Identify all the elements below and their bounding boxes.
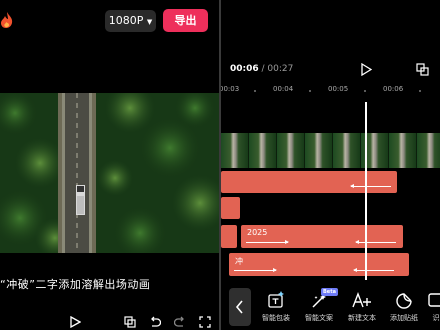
- video-thumbnail: [389, 133, 417, 168]
- tool-label: 智能文案: [305, 314, 333, 322]
- video-preview[interactable]: [0, 93, 219, 253]
- preview-panel: 1080P ▼ 导出 “冲破”二字添加溶解出场动画: [0, 0, 219, 330]
- video-thumbnail: [221, 133, 249, 168]
- undo-icon[interactable]: [149, 316, 161, 328]
- ruler-tick-label: 00:04: [273, 85, 294, 93]
- keyframe-icon[interactable]: [124, 316, 136, 328]
- animation-arrow: [246, 240, 289, 244]
- new-text-icon: [352, 292, 371, 308]
- back-button[interactable]: [229, 288, 251, 326]
- keyframe-icon[interactable]: [416, 63, 429, 76]
- fullscreen-icon[interactable]: [199, 316, 211, 328]
- caret-down-icon: ▼: [146, 18, 153, 26]
- effect-clip-short[interactable]: [221, 197, 240, 219]
- new-text-tool[interactable]: 新建文本: [342, 290, 382, 323]
- video-thumbnail: [417, 133, 440, 168]
- video-frame-image: [0, 93, 219, 253]
- video-track[interactable]: [221, 133, 440, 168]
- video-thumbnail: [333, 133, 361, 168]
- bottom-toolbar: 智能包装 Beta 智能文案 新建文本 添加贴纸 识: [221, 282, 440, 330]
- export-button[interactable]: 导出: [163, 9, 208, 32]
- animation-arrow: [234, 268, 277, 272]
- play-icon[interactable]: [360, 63, 372, 76]
- smart-package-tool[interactable]: 智能包装: [256, 290, 296, 323]
- animation-arrow: [355, 240, 396, 244]
- current-time: 00:06: [230, 64, 259, 74]
- timeline-ruler[interactable]: 00:03 00:04 00:05 00:06: [221, 85, 440, 97]
- resolution-dropdown[interactable]: 1080P ▼: [105, 10, 156, 32]
- timeline-panel: 00:06 / 00:27 00:03 00:04 00:05 00:06 20…: [221, 0, 440, 330]
- ruler-tick-label: 00:06: [383, 85, 404, 93]
- recognize-icon: [428, 293, 440, 307]
- redo-icon[interactable]: [174, 316, 186, 328]
- effect-clip-small[interactable]: [221, 225, 237, 248]
- timecode: 00:06 / 00:27: [230, 64, 293, 74]
- video-thumbnail: [277, 133, 305, 168]
- flame-icon: [1, 12, 13, 28]
- add-sticker-tool[interactable]: 添加贴纸: [384, 290, 424, 323]
- effect-clip[interactable]: [221, 171, 397, 193]
- smart-package-icon: [268, 291, 284, 308]
- sticker-clip-label: 冲: [235, 257, 243, 266]
- tool-label: 新建文本: [348, 314, 376, 322]
- text-clip-label: 2025: [247, 228, 268, 237]
- animation-arrow: [353, 268, 394, 272]
- caption-text: “冲破”二字添加溶解出场动画: [0, 278, 151, 291]
- playhead[interactable]: [365, 102, 367, 280]
- video-thumbnail: [249, 133, 277, 168]
- tool-label: 添加贴纸: [390, 314, 418, 322]
- add-sticker-icon: [396, 293, 412, 309]
- play-icon[interactable]: [69, 316, 81, 328]
- smart-copywriting-tool[interactable]: Beta 智能文案: [299, 288, 339, 323]
- animation-arrow: [350, 184, 391, 188]
- video-thumbnail: [305, 133, 333, 168]
- ruler-tick-label: 00:03: [221, 85, 240, 93]
- ruler-tick-label: 00:05: [328, 85, 349, 93]
- beta-badge: Beta: [321, 288, 338, 296]
- recognize-tool[interactable]: 识: [421, 290, 440, 323]
- tool-label: 智能包装: [262, 314, 290, 322]
- text-clip[interactable]: 2025: [241, 225, 403, 248]
- sticker-clip[interactable]: 冲: [229, 253, 409, 276]
- chevron-left-icon: [235, 300, 243, 314]
- tool-label: 识: [432, 314, 440, 322]
- total-time: 00:27: [267, 64, 294, 74]
- resolution-label: 1080P: [108, 14, 144, 27]
